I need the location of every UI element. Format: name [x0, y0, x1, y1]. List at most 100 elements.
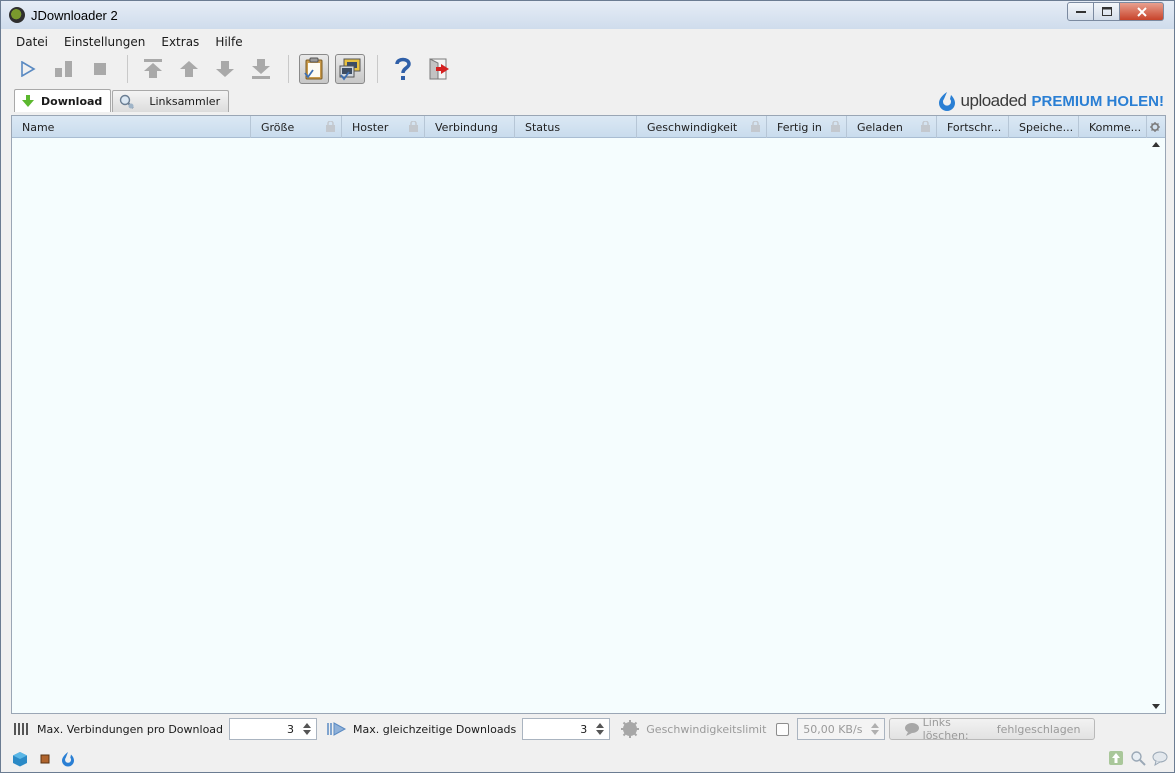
exit-icon — [429, 58, 449, 80]
search-icon[interactable] — [1130, 750, 1146, 766]
column-header-status[interactable]: Status — [515, 116, 637, 138]
speed-limit-value: 50,00 KB/s — [803, 722, 863, 736]
download-arrow-icon — [22, 95, 34, 107]
gear-icon — [1150, 122, 1160, 132]
arrow-down-icon — [216, 61, 234, 77]
clear-links-label: Links löschen: — [922, 716, 969, 742]
spinner-arrows-icon[interactable] — [302, 722, 312, 736]
clear-links-button[interactable]: Links löschen: fehlgeschlagen — [889, 716, 1096, 742]
table-header: Name Größe Hoster Verbindung Status Gesc… — [12, 116, 1165, 138]
speed-limit-label: Geschwindigkeitslimit — [646, 722, 767, 736]
column-header-name[interactable]: Name — [12, 116, 251, 138]
column-label: Fortschr... — [947, 120, 1002, 134]
bottom-settings-bar: Max. Verbindungen pro Download 3 Max. gl… — [13, 716, 1096, 742]
menu-datei[interactable]: Datei — [8, 33, 56, 51]
scroll-up-icon[interactable] — [1152, 142, 1160, 147]
lock-icon — [409, 121, 418, 132]
column-header-speed[interactable]: Geschwindigkeit — [637, 116, 767, 138]
uploaded-status-icon[interactable] — [60, 751, 76, 767]
column-settings-button[interactable] — [1146, 116, 1164, 138]
clear-links-icon — [905, 723, 919, 736]
title-bar[interactable]: JDownloader 2 — [1, 1, 1174, 29]
column-header-loaded[interactable]: Geladen — [847, 116, 937, 138]
max-downloads-spinner[interactable]: 3 — [522, 718, 611, 740]
clipboard-observer-toggle[interactable] — [299, 54, 329, 84]
column-label: Hoster — [352, 120, 389, 134]
toolbar-separator — [127, 55, 128, 83]
maximize-button[interactable] — [1094, 2, 1120, 21]
column-label: Größe — [261, 120, 295, 134]
move-to-bottom-button[interactable] — [246, 54, 276, 84]
minimize-icon — [1075, 10, 1086, 13]
menu-einstellungen[interactable]: Einstellungen — [56, 33, 153, 51]
lock-icon — [921, 121, 930, 132]
max-connections-value: 3 — [287, 722, 295, 736]
tab-linksammler[interactable]: Linksammler — [112, 90, 230, 112]
menu-hilfe[interactable]: Hilfe — [207, 33, 250, 51]
menu-extras[interactable]: Extras — [153, 33, 207, 51]
uploaded-logo-icon — [938, 92, 955, 111]
parallel-downloads-icon — [327, 722, 347, 736]
column-label: Fertig in — [777, 120, 822, 134]
column-header-hoster[interactable]: Hoster — [342, 116, 425, 138]
spinner-arrows-icon[interactable] — [595, 722, 605, 736]
column-label: Speiche... — [1019, 120, 1074, 134]
move-bottom-icon — [252, 59, 270, 79]
speed-limit-spinner[interactable]: 50,00 KB/s — [797, 718, 886, 740]
lock-icon — [326, 121, 335, 132]
minimize-button[interactable] — [1067, 2, 1094, 21]
window-title: JDownloader 2 — [31, 7, 118, 23]
column-header-save-to[interactable]: Speiche... — [1009, 116, 1079, 138]
move-up-button[interactable] — [174, 54, 204, 84]
tab-download[interactable]: Download — [14, 89, 112, 112]
column-header-connection[interactable]: Verbindung — [425, 116, 515, 138]
toolbar-separator — [288, 55, 289, 83]
auto-reconnect-toggle[interactable] — [335, 54, 365, 84]
exit-button[interactable] — [424, 54, 454, 84]
extension-icon[interactable] — [37, 751, 53, 767]
speed-limit-icon — [621, 720, 640, 738]
status-bar-right-icons — [1108, 750, 1168, 766]
move-top-icon — [144, 59, 162, 78]
column-label: Name — [22, 120, 55, 134]
column-header-progress[interactable]: Fortschr... — [937, 116, 1009, 138]
main-tabs: Download Linksammler — [14, 89, 230, 112]
play-icon — [21, 61, 36, 77]
move-to-top-button[interactable] — [138, 54, 168, 84]
start-downloads-button[interactable] — [13, 54, 43, 84]
speed-limit-checkbox[interactable] — [776, 722, 790, 736]
update-icon[interactable] — [1108, 750, 1124, 766]
column-label: Komme... — [1089, 120, 1142, 134]
scroll-down-icon[interactable] — [1152, 704, 1160, 709]
menu-bar: Datei Einstellungen Extras Hilfe — [8, 33, 251, 51]
pause-icon — [55, 61, 72, 77]
lock-icon — [751, 121, 760, 132]
jdownloader-logo-icon — [9, 7, 25, 23]
column-label: Geschwindigkeit — [647, 120, 738, 134]
vertical-scrollbar[interactable] — [1148, 138, 1165, 713]
chat-icon[interactable] — [1152, 750, 1168, 766]
max-downloads-label: Max. gleichzeitige Downloads — [353, 722, 517, 736]
pause-downloads-button[interactable] — [49, 54, 79, 84]
lock-icon — [831, 121, 840, 132]
close-button[interactable] — [1120, 2, 1164, 21]
column-header-comment[interactable]: Komme... — [1079, 116, 1147, 138]
stop-icon — [94, 63, 106, 75]
tab-linksammler-label: Linksammler — [149, 95, 221, 108]
column-header-eta[interactable]: Fertig in — [767, 116, 847, 138]
max-downloads-value: 3 — [580, 722, 588, 736]
stop-downloads-button[interactable] — [85, 54, 115, 84]
downloads-table[interactable]: Name Größe Hoster Verbindung Status Gesc… — [11, 115, 1166, 714]
cube-icon[interactable] — [12, 751, 28, 767]
help-icon — [395, 57, 411, 80]
move-down-button[interactable] — [210, 54, 240, 84]
column-label: Geladen — [857, 120, 903, 134]
linkgrabber-search-icon — [120, 94, 135, 109]
column-header-size[interactable]: Größe — [251, 116, 342, 138]
promo-brand: uploaded — [960, 91, 1027, 110]
spinner-arrows-icon[interactable] — [870, 722, 880, 736]
premium-banner[interactable]: uploaded PREMIUM HOLEN! — [936, 89, 1164, 113]
max-connections-spinner[interactable]: 3 — [229, 718, 318, 740]
help-button[interactable] — [388, 54, 418, 84]
tab-download-label: Download — [41, 94, 103, 108]
